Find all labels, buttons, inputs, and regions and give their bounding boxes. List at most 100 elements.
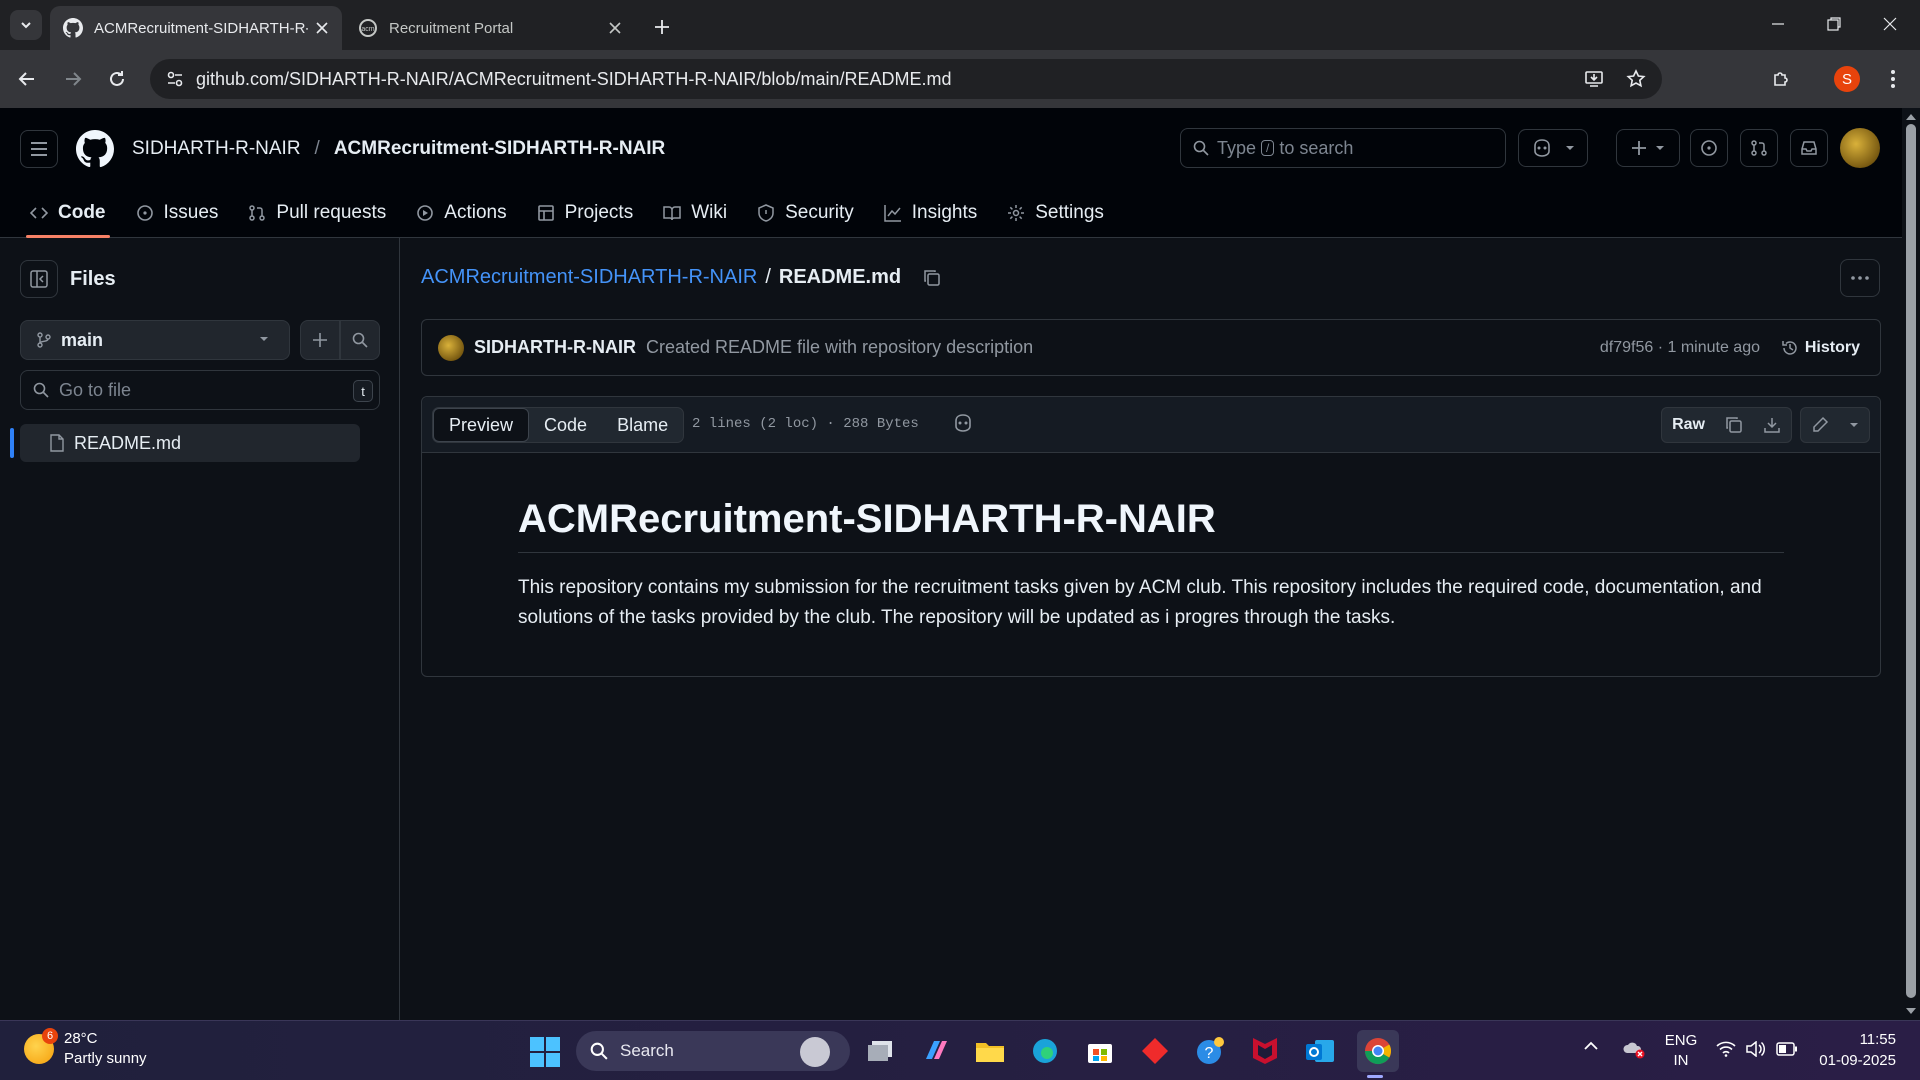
show-hidden-icons[interactable] <box>1584 1041 1598 1051</box>
tree-item-readme[interactable]: README.md <box>10 424 360 462</box>
copilot-button[interactable] <box>1518 129 1588 167</box>
tab-issues[interactable]: Issues <box>126 188 229 238</box>
task-view-icon[interactable] <box>862 1033 898 1069</box>
kebab-horizontal-icon <box>1851 276 1869 280</box>
commit-author[interactable]: SIDHARTH-R-NAIR <box>474 337 636 358</box>
go-to-file-input[interactable]: Go to file t <box>20 370 380 410</box>
taskbar-search-label: Search <box>620 1041 674 1060</box>
wifi-icon[interactable] <box>1716 1041 1736 1057</box>
minimize-button[interactable] <box>1750 0 1806 48</box>
browser-tab-recruitment[interactable]: acm Recruitment Portal <box>345 6 635 50</box>
language-indicator[interactable]: ENG IN <box>1664 1031 1698 1071</box>
more-options-button[interactable] <box>1840 259 1880 297</box>
issues-button[interactable] <box>1690 129 1728 167</box>
tab-pull-requests[interactable]: Pull requests <box>238 188 396 238</box>
copy-path-icon[interactable] <box>923 269 941 287</box>
commit-meta[interactable]: df79f56 · 1 minute ago <box>1600 339 1760 357</box>
copy-raw-icon[interactable] <box>1715 408 1753 442</box>
commit-message[interactable]: Created README file with repository desc… <box>646 337 1033 358</box>
history-icon <box>1782 340 1797 355</box>
edit-dropdown-icon[interactable] <box>1839 408 1869 442</box>
windows-start-icon[interactable] <box>530 1037 560 1067</box>
puzzle-icon <box>1774 72 1788 86</box>
chrome-icon[interactable] <box>1357 1030 1399 1078</box>
raw-button[interactable]: Raw <box>1662 408 1715 442</box>
tab-label: Issues <box>163 202 219 223</box>
table-icon <box>537 204 555 222</box>
microsoft-store-icon[interactable] <box>1082 1033 1118 1069</box>
repo-root-link[interactable]: ACMRecruitment-SIDHARTH-R-NAIR <box>421 266 757 289</box>
search-highlight-icon <box>800 1037 830 1067</box>
tab-blame[interactable]: Blame <box>602 408 683 442</box>
help-app-icon[interactable]: ? <box>1192 1033 1228 1069</box>
global-menu-button[interactable] <box>20 130 58 168</box>
tab-search-button[interactable] <box>10 10 42 40</box>
battery-icon[interactable] <box>1776 1042 1798 1056</box>
tab-actions[interactable]: Actions <box>406 188 516 238</box>
edit-pencil-icon[interactable] <box>1801 408 1839 442</box>
download-icon[interactable] <box>1753 408 1791 442</box>
tab-settings[interactable]: Settings <box>997 188 1114 238</box>
back-button[interactable] <box>10 62 44 96</box>
tab-wiki[interactable]: Wiki <box>653 188 737 238</box>
close-tab-icon[interactable] <box>601 14 629 42</box>
history-button[interactable]: History <box>1781 339 1860 357</box>
address-bar[interactable]: github.com/SIDHARTH-R-NAIR/ACMRecruitmen… <box>150 59 1662 99</box>
restore-button[interactable] <box>1806 0 1862 48</box>
system-clock[interactable]: 11:55 01-09-2025 <box>1818 1029 1896 1071</box>
global-search-input[interactable]: Type / to search <box>1180 128 1506 168</box>
github-logo-icon[interactable] <box>76 130 114 168</box>
author-avatar[interactable] <box>438 334 464 361</box>
selected-marker <box>10 428 14 458</box>
tab-code-view[interactable]: Code <box>529 408 602 442</box>
reload-button[interactable] <box>100 62 134 96</box>
repo-breadcrumb: SIDHARTH-R-NAIR / ACMRecruitment-SIDHART… <box>132 138 665 160</box>
browser-menu-button[interactable] <box>1876 62 1910 96</box>
close-window-button[interactable] <box>1862 0 1918 48</box>
create-new-button[interactable] <box>1616 129 1680 167</box>
plus-icon <box>655 20 669 34</box>
inbox-button[interactable] <box>1790 129 1828 167</box>
outlook-icon[interactable] <box>1302 1033 1338 1069</box>
page-scrollbar[interactable] <box>1902 108 1920 1020</box>
tab-security[interactable]: Security <box>747 188 864 238</box>
weather-badge: 6 <box>42 1028 58 1044</box>
browser-tab-github[interactable]: ACMRecruitment-SIDHARTH-R- <box>50 6 342 50</box>
tab-code[interactable]: Code <box>20 188 116 238</box>
add-file-button[interactable] <box>300 320 340 360</box>
copilot-icon[interactable] <box>952 413 974 433</box>
search-files-button[interactable] <box>340 320 380 360</box>
file-viewer: Preview Code Blame 2 lines (2 loc) · 288… <box>421 396 1881 677</box>
copilot-app-icon[interactable] <box>918 1033 954 1069</box>
mcafee-icon[interactable] <box>1247 1033 1283 1069</box>
diamond-app-icon[interactable] <box>1137 1033 1173 1069</box>
branch-selector[interactable]: main <box>20 320 290 360</box>
install-app-icon[interactable] <box>1578 63 1610 95</box>
search-icon <box>33 382 49 398</box>
tab-preview[interactable]: Preview <box>433 408 530 442</box>
profile-avatar[interactable]: S <box>1834 66 1860 92</box>
pull-requests-button[interactable] <box>1740 129 1778 167</box>
repo-link[interactable]: ACMRecruitment-SIDHARTH-R-NAIR <box>334 138 665 160</box>
user-avatar[interactable] <box>1840 128 1880 168</box>
edge-browser-icon[interactable] <box>1027 1033 1063 1069</box>
forward-button[interactable] <box>56 62 90 96</box>
weather-widget[interactable]: 6 28°C Partly sunny <box>24 1028 147 1069</box>
file-explorer-icon[interactable] <box>972 1033 1008 1069</box>
close-tab-icon[interactable] <box>308 14 336 42</box>
site-info-icon[interactable] <box>160 70 190 88</box>
extensions-button[interactable] <box>1764 62 1798 96</box>
tab-projects[interactable]: Projects <box>527 188 644 238</box>
new-tab-button[interactable] <box>647 12 677 42</box>
owner-link[interactable]: SIDHARTH-R-NAIR <box>132 138 301 160</box>
volume-icon[interactable] <box>1746 1041 1766 1057</box>
tab-label: Settings <box>1035 202 1104 223</box>
tab-insights[interactable]: Insights <box>874 188 987 238</box>
scrollbar-thumb[interactable] <box>1906 124 1916 998</box>
onedrive-error-icon[interactable] <box>1622 1039 1646 1059</box>
collapse-sidebar-button[interactable] <box>20 260 58 298</box>
kebab-menu-icon <box>1891 70 1895 88</box>
breadcrumb-separator: / <box>314 138 320 159</box>
bookmark-star-icon[interactable] <box>1620 63 1652 95</box>
taskbar-search[interactable]: Search <box>576 1031 850 1071</box>
